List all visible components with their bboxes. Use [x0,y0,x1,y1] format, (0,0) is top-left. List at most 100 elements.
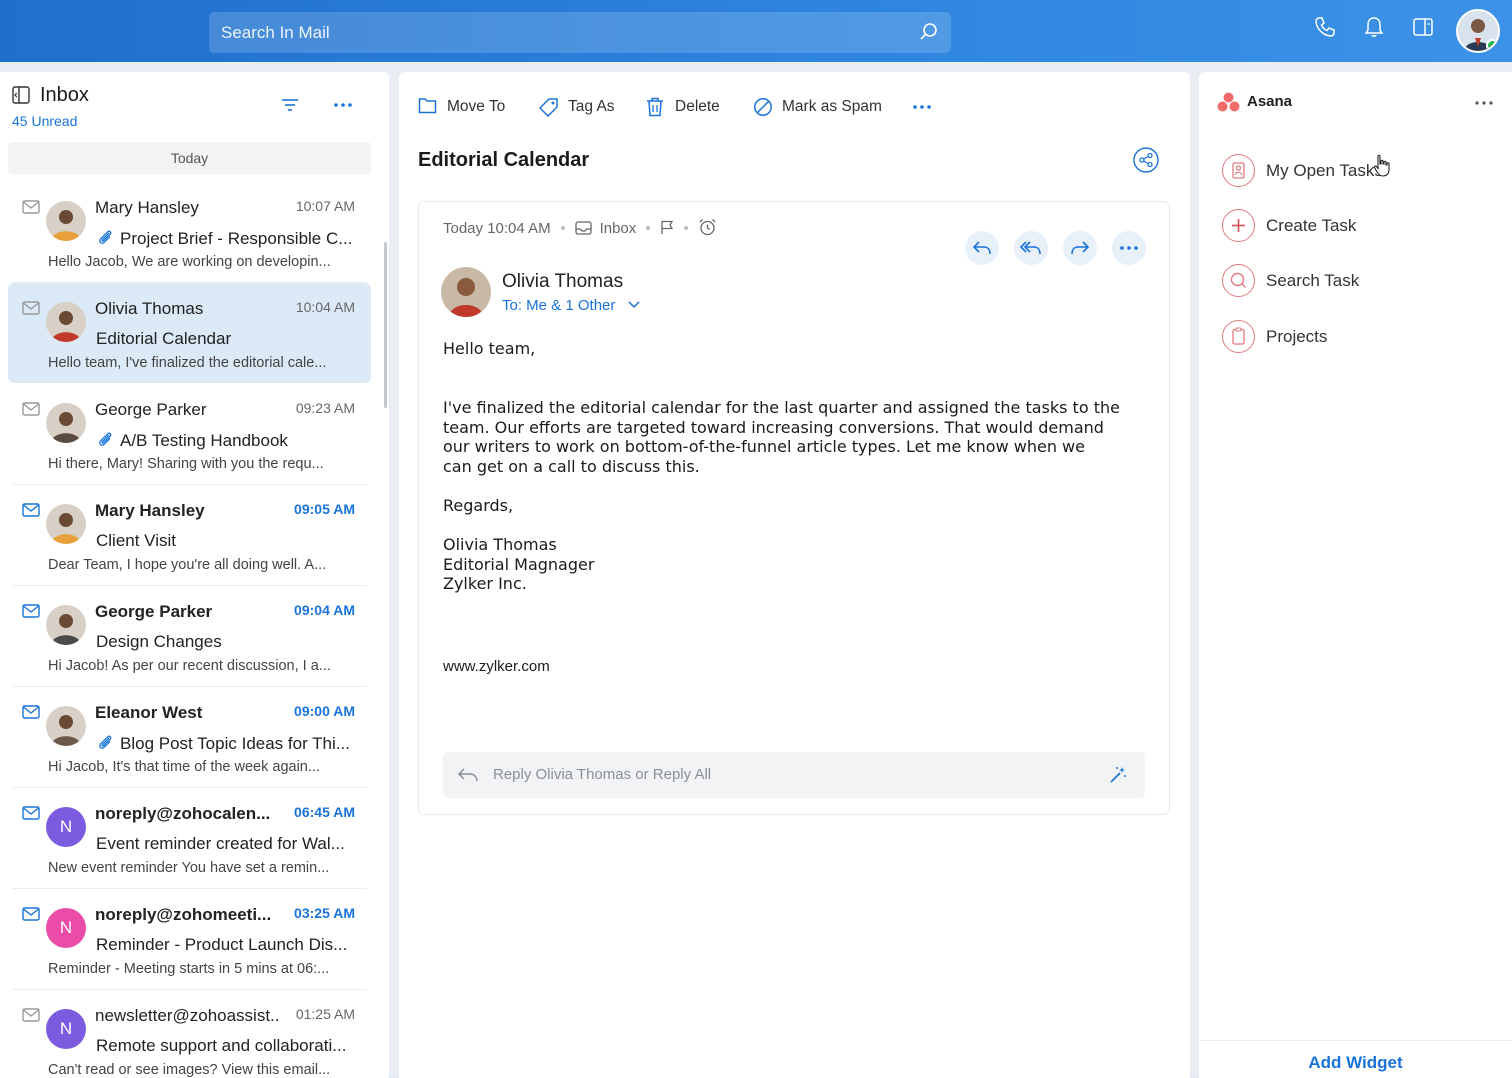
signature-line: Editorial Magnager [443,554,595,574]
mail-preview: Hello team, I've finalized the editorial… [48,355,327,371]
list-scrollbar[interactable] [384,242,387,408]
bell-icon[interactable] [1364,16,1384,38]
more-options-icon[interactable] [334,103,352,107]
mail-preview: Hi Jacob! As per our recent discussion, … [48,658,331,674]
mail-preview: Hi Jacob, It's that time of the week aga… [48,759,320,775]
message-subject: Editorial Calendar [418,149,590,171]
trash-icon [647,97,663,117]
reply-button[interactable] [965,231,999,265]
share-icon[interactable] [1133,147,1159,173]
paragraph-line: I've finalized the editorial calendar fo… [443,398,1120,417]
reading-pane: Move To Tag As Delete Mark as Spam Edito… [399,72,1190,1078]
mail-preview: Dear Team, I hope you're all doing well.… [48,557,327,573]
mail-sender: Mary Hansley [95,198,199,217]
plus-icon [1222,209,1255,242]
envelope-icon[interactable] [22,604,40,618]
mail-subject: Editorial Calendar [96,329,358,349]
message-folder[interactable]: Inbox [600,220,637,237]
recipients[interactable]: To: Me & 1 Other [502,297,640,314]
mail-subject-text: Design Changes [96,632,222,651]
folder-icon [418,98,437,114]
mail-subject-text: Event reminder created for Wal... [96,834,345,853]
widget-more-icon[interactable] [1475,101,1493,105]
message-more-button[interactable] [1112,231,1146,265]
search-icon[interactable] [919,22,939,42]
sender-avatar [46,504,86,544]
website-link[interactable]: www.zylker.com [443,657,550,677]
envelope-icon[interactable] [22,705,40,719]
sender-name[interactable]: Olivia Thomas [502,271,623,293]
magic-wand-icon[interactable] [1108,765,1128,785]
date-group-header: Today [8,142,371,174]
toolbar-more-icon[interactable] [913,105,931,109]
envelope-icon[interactable] [22,503,40,517]
clipboard-icon [1222,320,1255,353]
mail-preview: Can't read or see images? View this emai… [48,1062,331,1078]
create-task-item[interactable]: Create Task [1222,209,1482,245]
mail-list-item[interactable]: George Parker 09:23 AM A/B Testing Handboo… [8,384,371,485]
mail-subject-text: Editorial Calendar [96,329,232,348]
projects-item[interactable]: Projects [1222,320,1482,356]
mail-subject: A/B Testing Handbook [96,430,358,451]
mail-preview: Hi there, Mary! Sharing with you the req… [48,456,324,472]
mail-list-item[interactable]: Eleanor West 09:00 AM Blog Post Topic Idea… [8,687,371,788]
message-paragraph: I've finalized the editorial calendar fo… [443,398,1120,477]
online-status-dot [1486,39,1498,51]
mail-list-item[interactable]: Nnoreply@zohocalen... 06:45 AM Event remin… [8,788,371,889]
envelope-icon[interactable] [22,402,40,416]
phone-icon[interactable] [1314,16,1336,38]
mail-time: 09:00 AM [294,703,355,719]
sender-avatar[interactable] [441,267,491,317]
search-input[interactable] [209,12,899,53]
mail-subject-text: Client Visit [96,531,176,550]
panel-toggle-icon[interactable] [1412,16,1434,38]
quick-reply-box[interactable]: Reply Olivia Thomas or Reply All [443,752,1145,798]
reply-all-button[interactable] [1014,231,1048,265]
mail-time: 09:23 AM [295,400,355,416]
folder-pane-icon[interactable] [12,86,30,104]
sender-avatar [46,201,86,241]
search-bar[interactable] [209,12,951,53]
mail-list-item[interactable]: Mary Hansley 09:05 AM Client Visit Dear Tea… [8,485,371,586]
attachment-icon [99,432,112,446]
mail-list-item[interactable]: Olivia Thomas 10:04 AM Editorial Calendar H… [8,283,371,383]
flag-icon[interactable] [660,220,674,235]
message-date: Today 10:04 AM [443,220,551,237]
add-widget-button[interactable]: Add Widget [1199,1040,1512,1078]
envelope-icon[interactable] [22,1008,40,1022]
mail-list-item[interactable]: George Parker 09:04 AM Design Changes Hi Ja… [8,586,371,687]
mail-preview: New event reminder You have set a remin.… [48,860,330,876]
mail-list-item[interactable]: Nnoreply@zohomeeti... 03:25 AM Reminder - … [8,889,371,990]
mail-list-item[interactable]: Nnewsletter@zohoassist... 01:25 AM Remote … [8,990,371,1078]
user-avatar[interactable] [1456,9,1500,53]
mail-subject: Design Changes [96,632,358,652]
my-open-tasks-item[interactable]: My Open Tasks [1222,154,1482,190]
mail-list-item[interactable]: Mary Hansley 10:07 AM Project Brief - Resp… [8,182,371,283]
sender-avatar [46,706,86,746]
meta-separator [684,226,689,230]
mark-spam-label: Mark as Spam [782,98,882,115]
sender-avatar [46,302,86,342]
mail-sender: George Parker [95,602,213,621]
widget-title: Asana [1247,93,1293,110]
forward-button[interactable] [1063,231,1097,265]
reminder-alarm-icon[interactable] [698,218,717,236]
message-meta: Today 10:04 AM Inbox [443,218,717,237]
envelope-icon[interactable] [22,806,40,820]
filter-icon[interactable] [281,98,299,112]
envelope-icon[interactable] [22,301,40,315]
envelope-icon[interactable] [22,200,40,214]
mail-subject: Client Visit [96,531,358,551]
search-task-item[interactable]: Search Task [1222,264,1482,300]
signature-line: Olivia Thomas [443,535,557,554]
envelope-icon[interactable] [22,907,40,921]
tag-as-label: Tag As [568,98,615,115]
delete-label: Delete [675,98,720,115]
chevron-down-icon [628,301,640,309]
create-task-label: Create Task [1266,216,1357,235]
mail-sender: Olivia Thomas [95,299,204,318]
search-task-label: Search Task [1266,271,1360,290]
message-greeting: Hello team, [443,339,536,358]
unread-count[interactable]: 45 Unread [12,113,77,129]
inbox-title: Inbox [40,84,89,106]
